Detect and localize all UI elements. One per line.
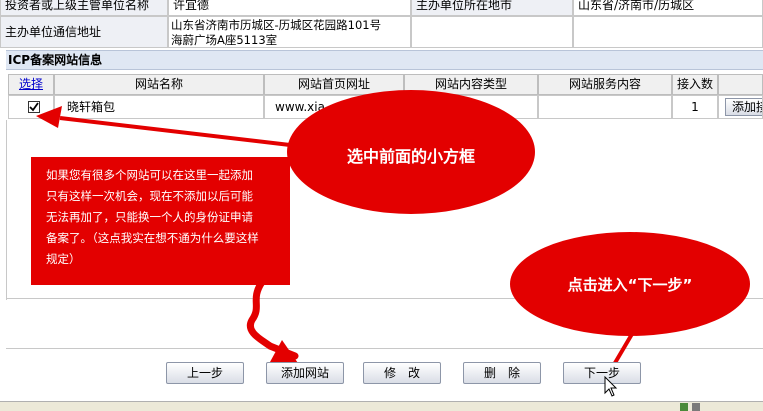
row-site-url: www.xia [275,100,325,114]
row-access-count-cell: 1 [672,95,718,119]
delete-button[interactable]: 删 除 [463,362,541,384]
next-tip-text: 点击进入“下一步” [567,276,693,294]
next-step-button[interactable]: 下一步 [563,362,641,384]
note-line-3: 无法再加了，只能换一个人的身份证申请 [46,210,253,224]
address-line-2: 海蔚广场A座5113室 [171,33,278,47]
location-label-cell: 主办单位所在地市 [411,0,573,16]
investor-label-cell: 投资者或上级主管单位名称 [0,0,168,16]
prev-step-button[interactable]: 上一步 [166,362,244,384]
investor-value-cell: 许宜德 [168,0,411,16]
row-add-cell: 添加接 [718,95,763,119]
section-title: ICP备案网站信息 [6,50,763,70]
note-line-4: 备案了。（这点我实在想不通为什么要这样 [46,231,259,245]
add-access-button[interactable]: 添加接 [725,98,762,116]
col-header-access-count: 接入数 [672,74,718,95]
location-label: 主办单位所在地市 [416,0,513,12]
cursor-icon [604,376,618,397]
col-header-blank [718,74,763,95]
address-line-1: 山东省济南市历城区-历城区花园路101号 [171,18,382,32]
col-header-name: 网站名称 [54,74,264,95]
empty-cell-2 [573,16,763,48]
address-label: 主办单位通信地址 [5,25,102,39]
edit-button[interactable]: 修 改 [363,362,441,384]
row-access-count: 1 [691,100,699,114]
col-header-url: 网站首页网址 [264,74,404,95]
row-content-type-cell [404,95,538,119]
select-tip-text: 选中前面的小方框 [346,147,475,166]
location-value-cell: 山东省/济南市/历城区 [573,0,763,16]
row-name-cell: 晓轩箱包 [54,95,264,119]
row-service-cell [538,95,672,119]
row-checkbox[interactable] [28,101,40,113]
tray-icon [680,403,688,411]
address-label-cell: 主办单位通信地址 [0,16,168,48]
tray-icon-2 [692,403,700,411]
empty-cell-1 [411,16,573,48]
divider-line [6,298,763,299]
col-header-service: 网站服务内容 [538,74,672,95]
row-select-cell [8,95,54,119]
note-line-5: 规定） [46,252,81,266]
investor-value: 许宜德 [173,0,210,12]
col-header-select[interactable]: 选择 [8,74,54,95]
col-header-content-type: 网站内容类型 [404,74,538,95]
row-url-cell: www.xia [264,95,404,119]
add-site-button[interactable]: 添加网站 [266,362,344,384]
row-site-name: 晓轩箱包 [67,100,116,114]
status-bar [0,401,763,411]
note-line-1: 如果您有很多个网站可以在这里一起添加 [46,168,253,182]
location-value: 山东省/济南市/历城区 [578,0,695,12]
address-value-cell: 山东省济南市历城区-历城区花园路101号 海蔚广场A座5113室 [168,16,411,48]
note-line-2: 只有这样一次机会，现在不添加以后可能 [46,189,253,203]
investor-label: 投资者或上级主管单位名称 [5,0,150,12]
checkmark-icon [29,102,39,112]
